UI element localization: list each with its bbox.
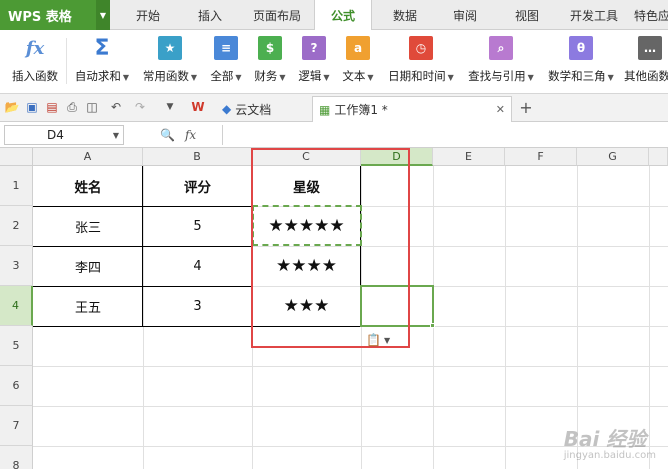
- search-icon: ⌕: [489, 36, 513, 60]
- column-header-e[interactable]: E: [433, 148, 505, 166]
- column-header-b[interactable]: B: [143, 148, 252, 166]
- name-box[interactable]: D4 ▼: [4, 125, 124, 145]
- row-header-3[interactable]: 3: [0, 246, 33, 286]
- cell-a3[interactable]: 李四: [33, 246, 143, 286]
- row-header-2[interactable]: 2: [0, 206, 33, 246]
- gridline: [33, 406, 668, 407]
- financial-functions-button[interactable]: $ 财务 ▼: [250, 34, 290, 90]
- paste-options-button[interactable]: 📋 ▼: [366, 332, 396, 348]
- text-functions-button[interactable]: a 文本 ▼: [338, 34, 378, 90]
- column-header-g[interactable]: G: [577, 148, 649, 166]
- print-icon[interactable]: ⎙: [64, 99, 80, 115]
- tab-data[interactable]: 数据: [380, 0, 430, 30]
- chevron-down-icon[interactable]: ▼: [113, 131, 119, 140]
- redo-icon[interactable]: ↷: [132, 99, 148, 115]
- row-header-8[interactable]: 8: [0, 446, 33, 469]
- cell-b1[interactable]: 评分: [143, 166, 252, 206]
- sigma-icon: Σ: [94, 35, 110, 61]
- tab-insert[interactable]: 插入: [184, 0, 236, 30]
- tab-start[interactable]: 开始: [122, 0, 174, 30]
- fx-icon: fx: [25, 37, 45, 59]
- cell-b4[interactable]: 3: [143, 286, 252, 326]
- close-icon[interactable]: ✕: [496, 103, 505, 116]
- tab-page-layout[interactable]: 页面布局: [246, 0, 308, 30]
- formula-bar: D4 ▼ 🔍 fx: [0, 122, 668, 148]
- tab-view[interactable]: 视图: [502, 0, 552, 30]
- gridline: [33, 366, 668, 367]
- date-time-functions-button[interactable]: ◷ 日期和时间 ▼: [382, 34, 460, 90]
- text-icon: a: [346, 36, 370, 60]
- wps-spreadsheet-window: WPS 表格 ▼ 开始 插入 页面布局 公式 数据 审阅 视图 开发工具 特色应…: [0, 0, 668, 469]
- select-all-corner[interactable]: [0, 148, 33, 166]
- doc-tab-cloud[interactable]: ◆ 云文档: [214, 96, 279, 122]
- tab-review[interactable]: 审阅: [440, 0, 490, 30]
- wps-logo-icon[interactable]: W: [190, 99, 206, 115]
- formula-ribbon: fx 插入函数 Σ 自动求和 ▼ ★ 常用函数 ▼ ≡ 全部 ▼ $ 财务 ▼ ? 逻辑…: [0, 30, 668, 94]
- menu-bar: WPS 表格 ▼ 开始 插入 页面布局 公式 数据 审阅 视图 开发工具 特色应: [0, 0, 668, 31]
- tab-formulas[interactable]: 公式: [314, 0, 372, 31]
- star-function-icon: ★: [158, 36, 182, 60]
- doc-tab-workbook[interactable]: ▦ 工作簿1 * ✕: [312, 96, 512, 122]
- math-trig-button[interactable]: θ 数学和三角 ▼: [542, 34, 620, 90]
- gridline: [505, 166, 506, 469]
- clipboard-icon: 📋: [366, 333, 381, 347]
- row-header-7[interactable]: 7: [0, 406, 33, 446]
- row-header-6[interactable]: 6: [0, 366, 33, 406]
- open-folder-icon[interactable]: 📂: [4, 99, 20, 115]
- cell-b3[interactable]: 4: [143, 246, 252, 286]
- print-preview-icon[interactable]: ◫: [84, 99, 100, 115]
- spreadsheet-grid: A B C D E F G 1 2 3 4 5 6 7 8 姓名 评分 星级 张…: [0, 148, 668, 469]
- question-icon: ?: [302, 36, 326, 60]
- fill-handle[interactable]: [430, 323, 435, 328]
- spreadsheet-icon: ▦: [319, 102, 331, 117]
- app-name: WPS 表格: [8, 9, 72, 25]
- cell-a4[interactable]: 王五: [33, 286, 143, 326]
- auto-sum-button[interactable]: Σ 自动求和 ▼: [70, 34, 134, 90]
- cell-b2[interactable]: 5: [143, 206, 252, 246]
- customize-dropdown-icon[interactable]: ▼: [162, 99, 178, 115]
- export-pdf-icon[interactable]: ▤: [44, 99, 60, 115]
- tab-special[interactable]: 特色应: [634, 0, 668, 30]
- insert-function-button[interactable]: fx 插入函数: [6, 34, 64, 90]
- logical-functions-button[interactable]: ? 逻辑 ▼: [294, 34, 334, 90]
- save-icon[interactable]: ▣: [24, 99, 40, 115]
- common-functions-button[interactable]: ★ 常用函数 ▼: [138, 34, 202, 90]
- cell-a2[interactable]: 张三: [33, 206, 143, 246]
- formula-tools: 🔍 fx: [160, 125, 196, 145]
- column-header-a[interactable]: A: [33, 148, 143, 166]
- finance-icon: $: [258, 36, 282, 60]
- app-menu-button[interactable]: WPS 表格 ▼: [0, 0, 110, 30]
- new-tab-icon[interactable]: +: [518, 98, 534, 117]
- fx-icon[interactable]: fx: [185, 128, 196, 142]
- watermark: Bai 经验 jingyan.baidu.com: [563, 427, 656, 461]
- ribbon-divider: [66, 38, 67, 84]
- row-header-5[interactable]: 5: [0, 326, 33, 366]
- undo-icon[interactable]: ↶: [108, 99, 124, 115]
- clock-icon: ◷: [409, 36, 433, 60]
- chevron-down-icon[interactable]: ▼: [96, 0, 110, 30]
- lookup-reference-button[interactable]: ⌕ 查找与引用 ▼: [464, 34, 538, 90]
- quick-access-bar: 📂 ▣ ▤ ⎙ ◫ ↶ ↷ ▼ W ◆ 云文档 ▦ 工作簿1 * ✕ +: [0, 94, 668, 122]
- list-icon: ≡: [214, 36, 238, 60]
- column-header-h[interactable]: [649, 148, 668, 166]
- other-functions-button[interactable]: … 其他函数: [624, 34, 668, 90]
- more-icon: …: [638, 36, 662, 60]
- chevron-down-icon: ▼: [383, 335, 391, 345]
- tab-developer[interactable]: 开发工具: [562, 0, 626, 30]
- column-header-f[interactable]: F: [505, 148, 577, 166]
- theta-icon: θ: [569, 36, 593, 60]
- row-header-4[interactable]: 4: [0, 286, 33, 326]
- cloud-icon: ◆: [222, 102, 232, 116]
- row-header-1[interactable]: 1: [0, 166, 33, 206]
- highlight-box: [251, 148, 410, 348]
- cell-a1[interactable]: 姓名: [33, 166, 143, 206]
- zoom-search-icon[interactable]: 🔍: [160, 128, 175, 142]
- all-functions-button[interactable]: ≡ 全部 ▼: [206, 34, 246, 90]
- formula-input[interactable]: [222, 125, 662, 145]
